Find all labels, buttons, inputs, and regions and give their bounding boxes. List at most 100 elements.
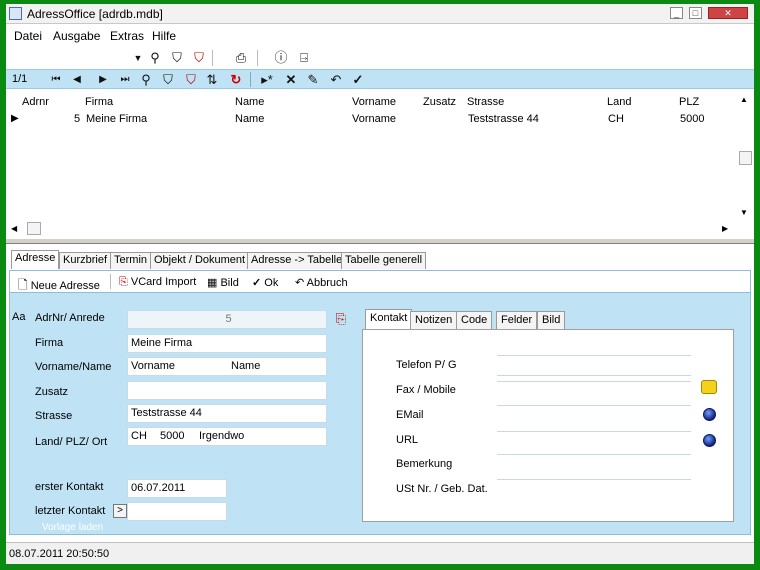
tab-code[interactable]: Code [456, 311, 493, 329]
address-card-icon[interactable]: ⎘ [333, 311, 349, 327]
column-header[interactable]: Zusatz [423, 96, 456, 108]
address-grid: Adrnr Firma Name Vorname Zusatz Strasse … [6, 90, 754, 238]
globe-icon[interactable] [703, 434, 716, 447]
vcard-icon: ⎘ [119, 276, 128, 288]
firma-field[interactable]: Meine Firma [127, 334, 327, 353]
tab-adresse[interactable]: Adresse [11, 250, 60, 269]
url-field[interactable] [497, 431, 691, 432]
sort-icon[interactable]: ⇅ [204, 72, 220, 88]
printer-icon[interactable]: ⎙ [233, 50, 249, 66]
menu-hilfe[interactable]: Hilfe [152, 29, 176, 43]
info-icon[interactable]: ⓘ [273, 50, 289, 66]
bild-button[interactable]: ▦ Bild [207, 276, 239, 289]
tab-bild[interactable]: Bild [537, 311, 566, 329]
undo-icon: ↶ [295, 277, 305, 289]
ok-button[interactable]: ✓ Ok [252, 276, 278, 289]
goto-button[interactable]: > [113, 504, 127, 518]
tab-felder[interactable]: Felder [496, 311, 538, 329]
binoculars-icon[interactable]: ⚲ [147, 50, 163, 66]
tab-objekt-dokument[interactable]: Objekt / Dokument [150, 252, 250, 269]
ust-field[interactable] [497, 479, 691, 480]
tab-adresse-tabelle[interactable]: Adresse -> Tabelle [247, 252, 347, 269]
scroll-down-icon[interactable]: ▼ [740, 208, 748, 217]
globe-icon[interactable] [703, 408, 716, 421]
scroll-left-icon[interactable]: ◀ [11, 224, 17, 233]
tab-notizen[interactable]: Notizen [410, 311, 458, 329]
close-button[interactable]: ✕ [708, 7, 748, 19]
column-header[interactable]: Strasse [467, 96, 504, 108]
cell-plz[interactable]: 5000 [680, 113, 704, 125]
cell-firma[interactable]: Meine Firma [86, 113, 147, 125]
horizontal-scrollbar[interactable]: ◀ ▶ [6, 221, 736, 237]
scroll-thumb[interactable] [27, 222, 41, 235]
dropdown-arrow-icon[interactable]: ▼ [130, 50, 146, 66]
new-address-button[interactable]: 🗋 Neue Adresse [18, 276, 100, 297]
vorname-name-field[interactable]: Vorname Name [127, 357, 327, 376]
column-header[interactable]: Land [607, 96, 631, 108]
last-record-icon[interactable]: ⏭ [117, 72, 133, 88]
filter-remove-icon[interactable]: ⛉ [183, 72, 199, 88]
undo-icon[interactable]: ↶ [328, 72, 344, 88]
abbruch-button[interactable]: ↶ Abbruch [295, 276, 348, 289]
scroll-thumb[interactable] [739, 151, 752, 165]
cell-vorname[interactable]: Vorname [352, 113, 396, 125]
exit-door-icon[interactable]: ⍈ [296, 50, 312, 66]
zusatz-field[interactable] [127, 381, 327, 400]
telefon-field[interactable] [497, 355, 691, 356]
letzter-kontakt-field[interactable] [127, 502, 227, 521]
bemerkung-field[interactable] [497, 454, 691, 455]
scroll-up-icon[interactable]: ▲ [740, 95, 748, 104]
scroll-right-icon[interactable]: ▶ [722, 224, 728, 233]
previous-record-icon[interactable]: ◀ [69, 72, 85, 88]
email-field[interactable] [497, 405, 691, 406]
phone-icon[interactable] [701, 380, 717, 394]
column-header[interactable]: PLZ [679, 96, 699, 108]
record-position: 1/1 [12, 73, 28, 85]
land-plz-ort-field[interactable]: CH 5000 Irgendwo [127, 427, 327, 446]
cell-adrnr[interactable]: 5 [74, 113, 80, 125]
tab-tabelle-generell[interactable]: Tabelle generell [341, 252, 427, 269]
label-email: EMail [396, 409, 424, 421]
first-record-icon[interactable]: ⏮ [48, 72, 64, 88]
vcard-import-button[interactable]: ⎘ VCard Import [119, 276, 196, 289]
edit-icon[interactable]: ✎ [305, 72, 321, 88]
tab-kurzbrief[interactable]: Kurzbrief [59, 252, 112, 269]
column-header[interactable]: Firma [85, 96, 113, 108]
telefon-field-2[interactable] [497, 375, 691, 376]
splitter[interactable] [6, 238, 754, 244]
filter-icon[interactable]: ⛉ [160, 72, 176, 88]
new-record-icon[interactable]: ▸* [259, 72, 275, 88]
next-record-icon[interactable]: ▶ [95, 72, 111, 88]
font-aa-label[interactable]: Aa [12, 311, 25, 323]
refresh-icon[interactable]: ↻ [228, 72, 244, 88]
cell-land[interactable]: CH [608, 113, 624, 125]
strasse-field[interactable]: Teststrasse 44 [127, 404, 327, 423]
navigator-toolbar: 1/1 ⏮ ◀ ▶ ⏭ ⚲ ⛉ ⛉ ⇅ ↻ ▸* ✕ ✎ ↶ ✓ [6, 69, 754, 89]
menu-extras[interactable]: Extras [110, 29, 144, 43]
window-title: AdressOffice [adrdb.mdb] [27, 7, 163, 21]
delete-icon[interactable]: ✕ [283, 72, 299, 88]
toolbar-divider [257, 50, 258, 66]
column-header[interactable]: Name [235, 96, 264, 108]
erster-kontakt-field[interactable]: 06.07.2011 [127, 479, 227, 498]
tab-kontakt[interactable]: Kontakt [365, 309, 413, 330]
action-bar: 🗋 Neue Adresse ⎘ VCard Import ▦ Bild ✓ O… [10, 271, 750, 293]
menu-datei[interactable]: Datei [14, 29, 42, 43]
tab-termin[interactable]: Termin [110, 252, 152, 269]
fax-field[interactable] [497, 381, 691, 382]
adrnr-field[interactable]: 5 [127, 310, 327, 329]
cell-strasse[interactable]: Teststrasse 44 [468, 113, 539, 125]
vertical-scrollbar[interactable]: ▲ ▼ [736, 90, 754, 238]
label-vorname-name: Vorname/Name [35, 361, 112, 373]
minimize-button[interactable]: _ [670, 7, 683, 19]
menu-ausgabe[interactable]: Ausgabe [53, 29, 100, 43]
filter-remove-icon[interactable]: ⛉ [191, 50, 207, 66]
column-header[interactable]: Adrnr [22, 96, 49, 108]
vorlage-laden-link[interactable]: Vorlage laden [42, 522, 103, 533]
column-header[interactable]: Vorname [352, 96, 396, 108]
maximize-button[interactable]: □ [689, 7, 702, 19]
confirm-icon[interactable]: ✓ [350, 72, 366, 88]
filter-icon[interactable]: ⛉ [169, 50, 185, 66]
binoculars-icon[interactable]: ⚲ [138, 72, 154, 88]
cell-name[interactable]: Name [235, 113, 264, 125]
